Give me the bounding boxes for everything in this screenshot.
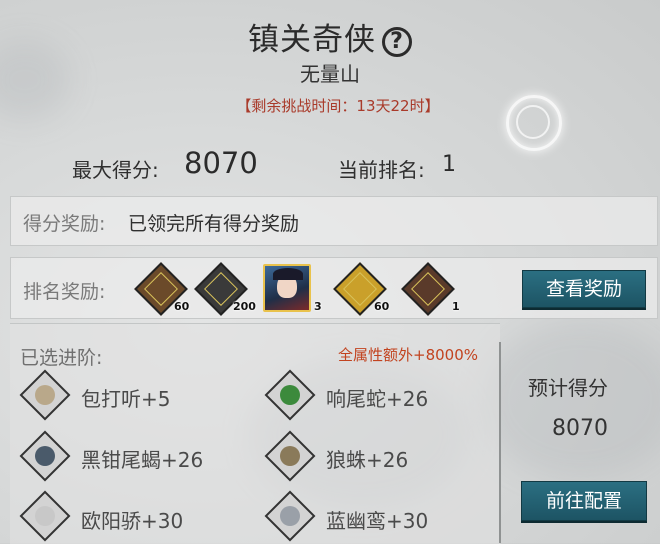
reward-count: 60 [374, 300, 390, 313]
advancement-item: 蓝幽鸾+30 [326, 509, 429, 533]
reward-count: 3 [314, 300, 322, 313]
location-subtitle: 无量山 [300, 62, 360, 86]
advancement-item: 响尾蛇+26 [326, 387, 429, 411]
glow-ring-inner [516, 105, 550, 139]
rank-reward-label: 排名奖励: [23, 281, 106, 303]
go-configure-button[interactable]: 前往配置 [521, 481, 647, 521]
reward-count: 1 [452, 300, 460, 313]
rank-reward-row: 排名奖励: 60 200 3 60 1 查看奖励 [10, 257, 658, 319]
view-rewards-button[interactable]: 查看奖励 [522, 270, 646, 308]
remaining-time: 【剩余挑战时间：13天22时】 [236, 97, 440, 115]
reward-count: 60 [174, 300, 190, 313]
rank-label: 当前排名: [338, 158, 425, 182]
stats-row: 最大得分: 8070 当前排名: 1 [0, 146, 660, 186]
estimate-label: 预计得分 [528, 376, 608, 400]
rank-value: 1 [442, 152, 456, 177]
max-score-value: 8070 [184, 146, 258, 180]
score-reward-label: 得分奖励: [23, 213, 106, 235]
reward-hero-portrait-icon[interactable] [263, 264, 311, 312]
reward-count: 200 [233, 300, 256, 313]
help-icon[interactable]: ? [382, 26, 412, 57]
max-score-label: 最大得分: [72, 158, 159, 182]
page-title: 镇关奇侠? [0, 14, 660, 59]
title-text: 镇关奇侠 [248, 22, 376, 58]
panel-divider [499, 342, 501, 543]
advancement-item: 欧阳骄+30 [81, 509, 184, 533]
advancement-item: 狼蛛+26 [326, 448, 409, 472]
score-reward-row: 得分奖励: 已领完所有得分奖励 [10, 196, 658, 246]
hero-hair [273, 268, 303, 280]
estimate-value: 8070 [552, 416, 608, 441]
score-reward-text: 已领完所有得分奖励 [128, 213, 300, 235]
bonus-text: 全属性额外+8000% [338, 346, 478, 364]
selected-label: 已选进阶: [20, 347, 103, 369]
reward-plaque-icon[interactable] [401, 262, 455, 316]
advancement-item: 包打听+5 [81, 387, 171, 411]
advancement-item: 黑钳尾蝎+26 [81, 448, 204, 472]
